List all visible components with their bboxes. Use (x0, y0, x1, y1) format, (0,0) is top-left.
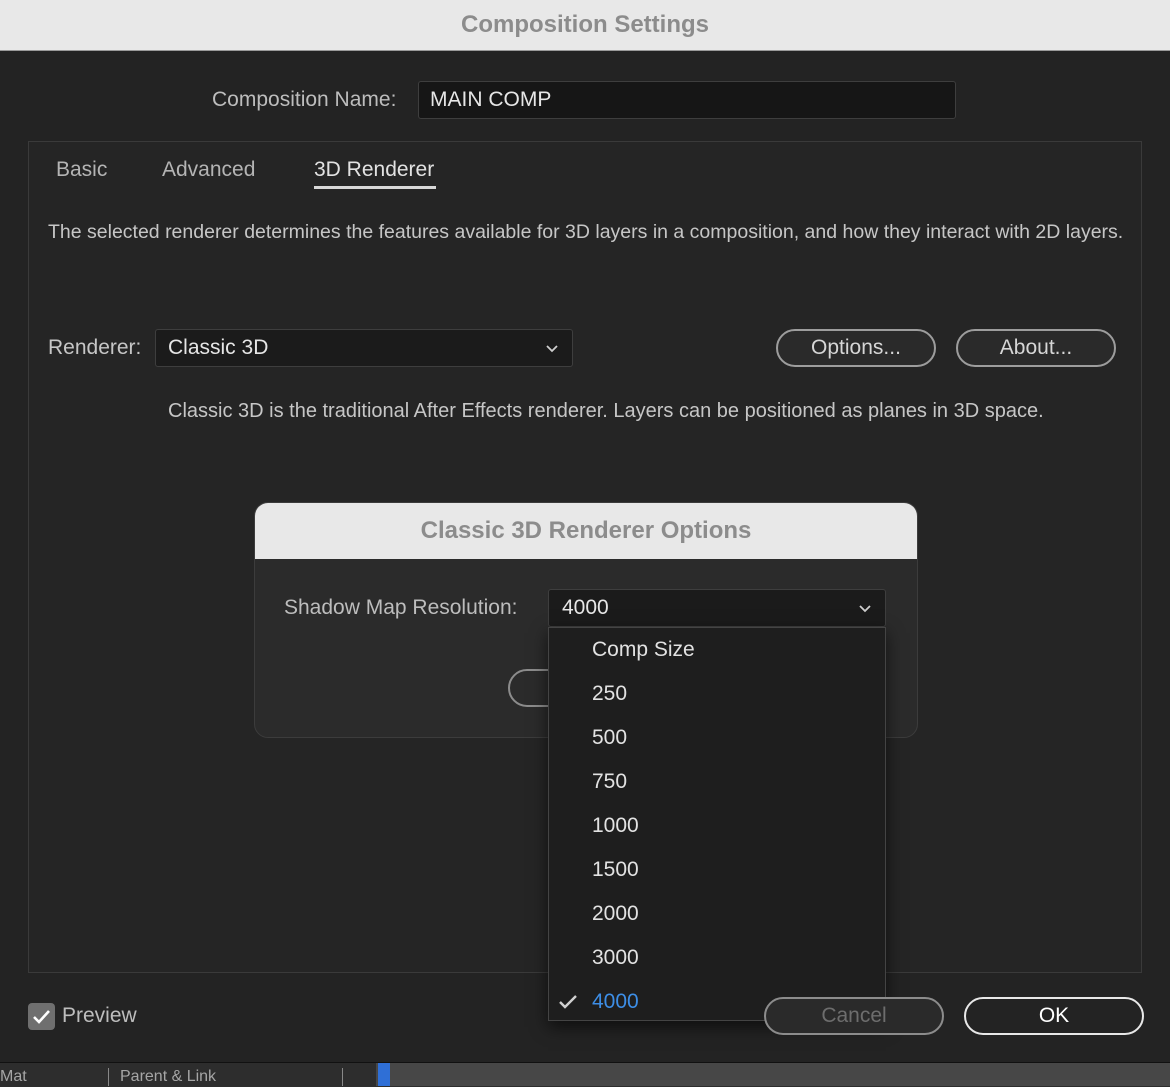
tab-advanced[interactable]: Advanced (162, 158, 255, 182)
checkmark-icon (559, 995, 577, 1009)
shadow-resolution-menu: Comp Size 250 500 750 1000 1500 2000 300… (548, 627, 886, 1021)
timeline-track-area[interactable] (376, 1063, 1170, 1086)
menu-item-750[interactable]: 750 (549, 760, 885, 804)
menu-item-2000[interactable]: 2000 (549, 892, 885, 936)
menu-item-500[interactable]: 500 (549, 716, 885, 760)
menu-item-1000[interactable]: 1000 (549, 804, 885, 848)
menu-item-4000-label: 4000 (592, 990, 639, 1013)
renderer-description: Classic 3D is the traditional After Effe… (168, 400, 1044, 422)
menu-item-250[interactable]: 250 (549, 672, 885, 716)
timeline-column-parent-link: Parent & Link (120, 1068, 217, 1085)
shadow-map-resolution-value: 4000 (562, 596, 609, 619)
cancel-button[interactable]: Cancel (764, 997, 944, 1035)
renderer-label: Renderer: (48, 336, 142, 359)
composition-name-input[interactable]: MAIN COMP (418, 81, 956, 119)
menu-item-3000[interactable]: 3000 (549, 936, 885, 980)
active-tab-indicator (314, 186, 436, 189)
window-title: Composition Settings (0, 0, 1170, 51)
composition-name-label: Composition Name: (212, 88, 397, 111)
menu-item-comp-size[interactable]: Comp Size (549, 628, 885, 672)
tab-3d-renderer[interactable]: 3D Renderer (314, 158, 434, 182)
shadow-map-resolution-label: Shadow Map Resolution: (284, 596, 518, 619)
renderer-dropdown[interactable]: Classic 3D (155, 329, 573, 367)
checkmark-icon (33, 1010, 50, 1024)
menu-item-1500[interactable]: 1500 (549, 848, 885, 892)
timeline-column-mat: Mat (0, 1068, 27, 1085)
about-button[interactable]: About... (956, 329, 1116, 367)
chevron-down-icon (859, 605, 871, 613)
column-divider (342, 1068, 343, 1086)
shadow-map-resolution-dropdown[interactable]: 4000 (548, 589, 886, 627)
renderer-dropdown-value: Classic 3D (168, 336, 269, 359)
ok-button[interactable]: OK (964, 997, 1144, 1035)
options-button[interactable]: Options... (776, 329, 936, 367)
options-dialog-title: Classic 3D Renderer Options (255, 503, 917, 559)
renderer-tab-description: The selected renderer determines the fea… (48, 221, 1124, 243)
playhead-marker[interactable] (378, 1063, 390, 1086)
tab-basic[interactable]: Basic (56, 158, 107, 182)
preview-checkbox[interactable] (28, 1003, 55, 1030)
column-divider (108, 1068, 109, 1086)
chevron-down-icon (546, 345, 558, 353)
preview-label: Preview (62, 1004, 137, 1027)
